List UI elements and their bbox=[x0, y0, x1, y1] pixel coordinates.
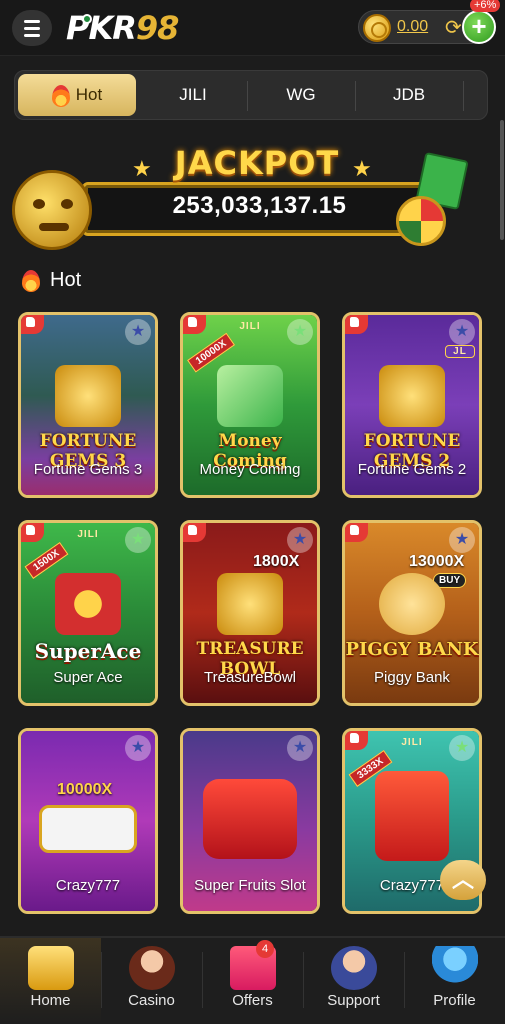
tab-hot[interactable]: Hot bbox=[18, 74, 136, 116]
thumbs-up-icon bbox=[21, 523, 44, 542]
game-card-crazy777[interactable]: 10000X Crazy777 ★ bbox=[18, 728, 158, 914]
home-777-icon bbox=[28, 946, 74, 990]
support-agent-icon bbox=[331, 946, 377, 990]
back-to-top-button[interactable]: ︿ bbox=[440, 860, 486, 900]
game-logo: PIGGY BANK bbox=[345, 639, 479, 660]
star-icon: ★ bbox=[132, 156, 152, 181]
casino-dealer-icon bbox=[129, 946, 175, 990]
tab-jili[interactable]: JILI bbox=[139, 71, 247, 119]
thumbs-up-icon bbox=[183, 523, 206, 542]
game-logo: SuperAce bbox=[34, 639, 142, 663]
favorite-star-icon[interactable]: ★ bbox=[449, 735, 475, 761]
game-name: Money Coming bbox=[199, 461, 301, 478]
game-name: TreasureBowl bbox=[204, 669, 296, 686]
deposit-button[interactable]: + bbox=[462, 10, 496, 44]
favorite-star-icon[interactable]: ★ bbox=[449, 319, 475, 345]
slot-reels-icon bbox=[39, 805, 137, 853]
nav-casino[interactable]: Casino bbox=[101, 938, 202, 1024]
provider-tabs: Hot JILI WG JDB bbox=[14, 70, 488, 120]
piggy-icon bbox=[379, 573, 445, 635]
prize-wheel-icon bbox=[396, 196, 446, 246]
game-card-super-fruits-slot[interactable]: Super Fruits Slot ★ bbox=[180, 728, 320, 914]
top-header: PKR98 0.00 ⟳ + +6% bbox=[0, 0, 505, 56]
jackpot-title: JACKPOT bbox=[174, 144, 340, 182]
refresh-icon[interactable]: ⟳ bbox=[445, 17, 462, 39]
flame-icon bbox=[51, 84, 70, 107]
game-name: Piggy Bank bbox=[374, 669, 450, 686]
balance-amount[interactable]: 0.00 bbox=[397, 18, 428, 36]
thumbs-up-icon bbox=[345, 731, 368, 750]
nav-offers[interactable]: 4 Offers bbox=[202, 938, 303, 1024]
app-root: PKR98 0.00 ⟳ + +6% Hot JILI WG JDB ★ ★ J… bbox=[0, 0, 505, 1024]
golden-idol-icon bbox=[55, 365, 121, 427]
game-name: Fortune Gems 3 bbox=[33, 461, 143, 478]
favorite-star-icon[interactable]: ★ bbox=[125, 527, 151, 553]
favorite-star-icon[interactable]: ★ bbox=[449, 527, 475, 553]
flag-dot-icon bbox=[82, 14, 92, 24]
brand-logo[interactable]: PKR98 bbox=[66, 8, 179, 48]
menu-line-icon bbox=[24, 19, 40, 23]
game-card-money-coming[interactable]: JILI 10000X Money Coming Money Coming ★ bbox=[180, 312, 320, 498]
section-title-hot: Hot bbox=[22, 266, 81, 294]
favorite-star-icon[interactable]: ★ bbox=[125, 319, 151, 345]
flame-icon bbox=[22, 269, 40, 292]
tab-jdb[interactable]: JDB bbox=[355, 71, 463, 119]
nav-home[interactable]: Home bbox=[0, 938, 101, 1024]
thumbs-up-icon bbox=[345, 315, 368, 334]
coin-icon bbox=[363, 14, 391, 42]
jester-hat-icon bbox=[55, 573, 121, 635]
game-name: Fortune Gems 2 bbox=[357, 461, 467, 478]
jackpot-decoration bbox=[396, 151, 472, 248]
golden-mask-icon bbox=[12, 170, 92, 250]
menu-button[interactable] bbox=[12, 10, 52, 46]
game-name: Crazy777 bbox=[55, 877, 121, 894]
profile-icon bbox=[432, 946, 478, 990]
game-card-fortune-gems-3[interactable]: FORTUNE GEMS 3 Fortune Gems 3 ★ bbox=[18, 312, 158, 498]
jackpot-value: 253,033,137.15 bbox=[172, 192, 347, 219]
game-card-fortune-gems-2[interactable]: JL FORTUNE GEMS 2 Fortune Gems 2 ★ bbox=[342, 312, 482, 498]
bottom-navigation: Home Casino 4 Offers Support Profile bbox=[0, 936, 505, 1024]
offers-badge: 4 bbox=[256, 940, 274, 958]
bonus-badge: +6% bbox=[470, 0, 501, 12]
menu-line-icon bbox=[24, 26, 40, 30]
thumbs-up-icon bbox=[183, 315, 206, 334]
scrollbar[interactable] bbox=[500, 120, 504, 240]
game-card-super-ace[interactable]: JILI 1500X SuperAce Super Ace ★ bbox=[18, 520, 158, 706]
tab-wg[interactable]: WG bbox=[247, 71, 355, 119]
lucky-seven-icon bbox=[375, 771, 449, 861]
game-name: Super Ace bbox=[53, 669, 123, 686]
golden-mask-icon bbox=[379, 365, 445, 427]
game-card-treasure-bowl[interactable]: 1800X TREASURE BOWL TreasureBowl ★ bbox=[180, 520, 320, 706]
favorite-star-icon[interactable]: ★ bbox=[287, 319, 313, 345]
favorite-star-icon[interactable]: ★ bbox=[287, 735, 313, 761]
cash-stack-icon bbox=[217, 365, 283, 427]
thumbs-up-icon bbox=[345, 523, 368, 542]
game-card-piggy-bank[interactable]: 13000X BUY PIGGY BANK Piggy Bank ★ bbox=[342, 520, 482, 706]
game-name: Super Fruits Slot bbox=[194, 877, 306, 894]
favorite-star-icon[interactable]: ★ bbox=[287, 527, 313, 553]
nav-support[interactable]: Support bbox=[303, 938, 404, 1024]
thumbs-up-icon bbox=[21, 315, 44, 334]
menu-line-icon bbox=[24, 33, 40, 37]
tab-divider bbox=[463, 81, 464, 111]
lucky-seven-icon bbox=[203, 779, 297, 859]
jackpot-banner: ★ ★ JACKPOT 253,033,137.15 bbox=[12, 140, 472, 250]
treasure-bowl-icon bbox=[217, 573, 283, 635]
favorite-star-icon[interactable]: ★ bbox=[125, 735, 151, 761]
nav-profile[interactable]: Profile bbox=[404, 938, 505, 1024]
